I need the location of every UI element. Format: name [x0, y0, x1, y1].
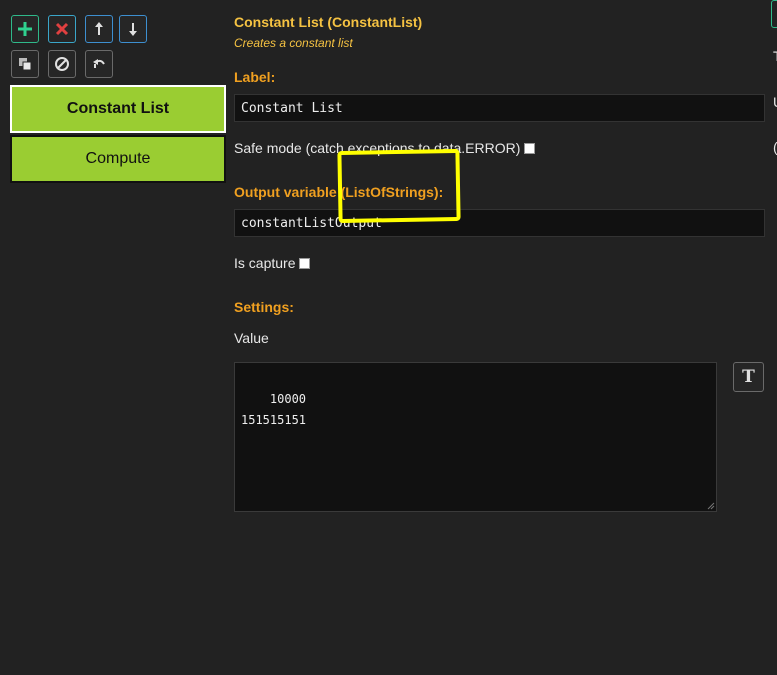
capture-checkbox[interactable] [299, 257, 311, 269]
block-item-label: Compute [85, 150, 151, 167]
block-item-constant-list[interactable]: Constant List [10, 85, 226, 133]
duplicate-icon [19, 58, 32, 71]
block-item-label: Constant List [66, 100, 170, 117]
value-textarea[interactable]: 10000 151515151 [234, 362, 717, 512]
move-up-button[interactable] [85, 15, 113, 43]
disable-icon [55, 57, 69, 71]
value-label: Value [234, 330, 269, 346]
block-description: Creates a constant list [234, 36, 353, 50]
move-down-button[interactable] [119, 15, 147, 43]
safe-mode-checkbox[interactable] [524, 142, 536, 154]
edge-text-2: U [773, 94, 777, 110]
adjacent-panel-edge: T U ( [770, 0, 777, 675]
safe-mode-label: Safe mode (catch exceptions to data.ERRO… [234, 140, 521, 156]
resize-grip-icon[interactable] [707, 502, 715, 510]
add-icon [18, 22, 32, 36]
settings-heading: Settings: [234, 299, 294, 315]
label-input[interactable] [234, 94, 765, 122]
undo-button[interactable] [85, 50, 113, 78]
block-item-compute[interactable]: Compute [10, 135, 226, 183]
delete-block-button[interactable] [48, 15, 76, 43]
value-text: 10000 151515151 [241, 392, 307, 427]
block-editor: Constant List Compute Constant List (Con… [0, 0, 777, 675]
duplicate-block-button[interactable] [11, 50, 39, 78]
disable-block-button[interactable] [48, 50, 76, 78]
arrow-down-icon [129, 23, 137, 36]
capture-row: Is capture [234, 255, 311, 271]
arrow-up-icon [95, 22, 103, 35]
safe-mode-row: Safe mode (catch exceptions to data.ERRO… [234, 140, 536, 156]
edge-text-1: T [773, 48, 777, 64]
close-icon [55, 22, 69, 36]
edge-text-3: ( [773, 139, 777, 155]
undo-icon [93, 59, 105, 68]
block-title: Constant List (ConstantList) [234, 14, 423, 30]
adjacent-panel-button[interactable] [771, 0, 777, 28]
label-heading: Label: [234, 69, 276, 85]
capture-label: Is capture [234, 255, 296, 271]
text-format-button[interactable]: T [733, 362, 764, 392]
text-format-icon: T [742, 367, 755, 387]
output-variable-heading: Output variable (ListOfStrings): [234, 184, 444, 200]
add-block-button[interactable] [11, 15, 39, 43]
output-variable-input[interactable] [234, 209, 765, 237]
